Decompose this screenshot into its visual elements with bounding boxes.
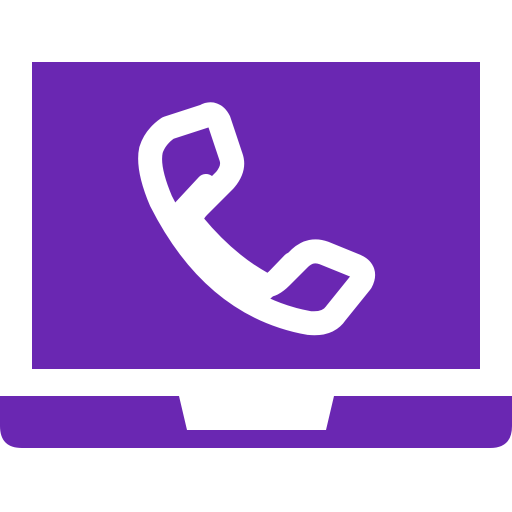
- icon-canvas: [0, 0, 512, 512]
- laptop-phone-call-icon: [0, 62, 512, 448]
- laptop-screen: [32, 62, 480, 369]
- laptop-base: [0, 396, 512, 448]
